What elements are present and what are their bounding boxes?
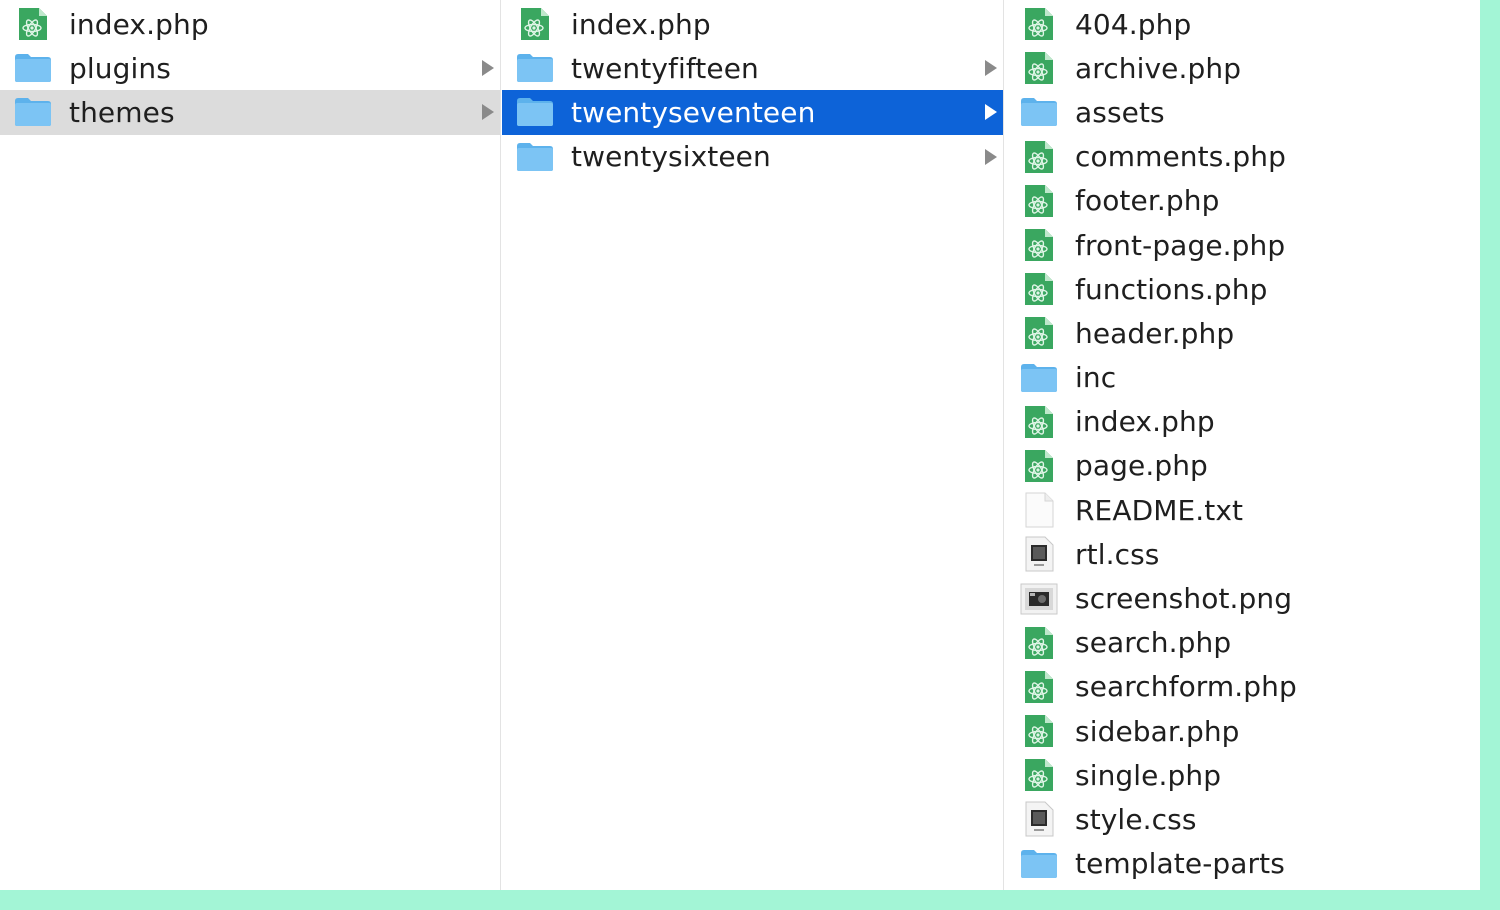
file-item-label: template-parts <box>1075 847 1285 881</box>
file-item-label: footer.php <box>1075 184 1220 218</box>
file-item-rtl-css[interactable]: rtl.css <box>1019 532 1480 576</box>
file-item-label: index.php <box>571 7 711 41</box>
file-item-twentyfifteen[interactable]: twentyfifteen <box>515 46 1003 90</box>
column-list: 404.php archive.php assets comments.php foot… <box>1005 2 1480 886</box>
php-file-icon <box>1019 448 1059 484</box>
file-item-label: front-page.php <box>1075 228 1286 262</box>
php-file-icon <box>1019 6 1059 42</box>
file-item-label: screenshot.png <box>1075 582 1293 616</box>
file-item-label: twentyseventeen <box>571 95 816 129</box>
php-file-icon <box>1019 227 1059 263</box>
php-file-icon <box>1019 757 1059 793</box>
folder-icon <box>1019 94 1059 130</box>
disclosure-arrow-icon[interactable] <box>985 60 997 77</box>
php-file-icon <box>1019 404 1059 440</box>
file-item-sidebar-php[interactable]: sidebar.php <box>1019 709 1480 753</box>
file-item-index-php[interactable]: index.php <box>1019 400 1480 444</box>
file-item-404-php[interactable]: 404.php <box>1019 2 1480 46</box>
folder-icon <box>1019 360 1059 396</box>
css-file-icon <box>1019 536 1059 572</box>
file-item-index-php[interactable]: index.php <box>13 2 500 46</box>
disclosure-arrow-icon[interactable] <box>482 60 494 77</box>
php-file-icon <box>1019 50 1059 86</box>
file-item-style-css[interactable]: style.css <box>1019 797 1480 841</box>
file-item-label: page.php <box>1075 449 1208 483</box>
file-item-twentyseventeen[interactable]: twentyseventeen <box>502 90 1003 135</box>
file-item-label: themes <box>69 95 175 129</box>
php-file-icon <box>1019 669 1059 705</box>
file-item-footer-php[interactable]: footer.php <box>1019 179 1480 223</box>
file-item-label: 404.php <box>1075 7 1192 41</box>
folder-icon <box>13 94 53 130</box>
file-item-front-page-php[interactable]: front-page.php <box>1019 223 1480 267</box>
file-item-archive-php[interactable]: archive.php <box>1019 46 1480 90</box>
file-item-template-parts[interactable]: template-parts <box>1019 842 1480 886</box>
php-file-icon <box>1019 315 1059 351</box>
file-item-search-php[interactable]: search.php <box>1019 621 1480 665</box>
file-item-page-php[interactable]: page.php <box>1019 444 1480 488</box>
file-item-label: rtl.css <box>1075 537 1160 571</box>
file-item-label: assets <box>1075 95 1165 129</box>
file-item-label: plugins <box>69 51 171 85</box>
file-item-readme-txt[interactable]: README.txt <box>1019 488 1480 532</box>
folder-icon <box>515 139 555 175</box>
folder-icon <box>515 50 555 86</box>
file-item-label: archive.php <box>1075 51 1242 85</box>
column-list: index.php plugins themes <box>0 2 500 135</box>
file-item-label: inc <box>1075 361 1117 395</box>
file-item-twentysixteen[interactable]: twentysixteen <box>515 135 1003 179</box>
column-twentyseventeen[interactable]: 404.php archive.php assets comments.php foot… <box>1005 0 1480 890</box>
file-item-label: header.php <box>1075 316 1235 350</box>
css-file-icon <box>1019 801 1059 837</box>
file-item-label: comments.php <box>1075 140 1287 174</box>
file-item-plugins[interactable]: plugins <box>13 46 500 90</box>
column-list: index.php twentyfifteen twentyseventeen twe… <box>502 2 1003 179</box>
text-file-icon <box>1019 492 1059 528</box>
file-item-label: style.css <box>1075 802 1197 836</box>
php-file-icon <box>1019 625 1059 661</box>
file-item-themes[interactable]: themes <box>0 90 500 135</box>
php-file-icon <box>13 6 53 42</box>
file-item-searchform-php[interactable]: searchform.php <box>1019 665 1480 709</box>
folder-icon <box>1019 846 1059 882</box>
folder-icon <box>515 94 555 130</box>
file-item-index-php[interactable]: index.php <box>515 2 1003 46</box>
file-item-functions-php[interactable]: functions.php <box>1019 267 1480 311</box>
file-item-label: searchform.php <box>1075 670 1297 704</box>
file-item-screenshot-png[interactable]: screenshot.png <box>1019 576 1480 620</box>
file-item-label: index.php <box>69 7 209 41</box>
image-file-icon <box>1019 581 1059 617</box>
php-file-icon <box>1019 183 1059 219</box>
file-item-comments-php[interactable]: comments.php <box>1019 135 1480 179</box>
file-item-single-php[interactable]: single.php <box>1019 753 1480 797</box>
php-file-icon <box>1019 271 1059 307</box>
file-item-label: README.txt <box>1075 493 1244 527</box>
disclosure-arrow-icon[interactable] <box>985 148 997 165</box>
file-item-label: twentyfifteen <box>571 51 759 85</box>
file-item-header-php[interactable]: header.php <box>1019 311 1480 355</box>
file-item-inc[interactable]: inc <box>1019 356 1480 400</box>
file-item-label: sidebar.php <box>1075 714 1240 748</box>
file-item-label: single.php <box>1075 758 1222 792</box>
php-file-icon <box>515 6 555 42</box>
file-item-label: twentysixteen <box>571 140 771 174</box>
file-item-label: functions.php <box>1075 272 1268 306</box>
finder-column-view: index.php plugins themes index.php twentyfi… <box>0 0 1480 890</box>
disclosure-arrow-icon[interactable] <box>482 104 494 121</box>
php-file-icon <box>1019 139 1059 175</box>
disclosure-arrow-icon[interactable] <box>985 104 997 121</box>
file-item-label: index.php <box>1075 405 1215 439</box>
column-themes[interactable]: index.php twentyfifteen twentyseventeen twe… <box>502 0 1004 890</box>
file-item-assets[interactable]: assets <box>1019 90 1480 134</box>
php-file-icon <box>1019 713 1059 749</box>
folder-icon <box>13 50 53 86</box>
column-wp-content[interactable]: index.php plugins themes <box>0 0 501 890</box>
file-item-label: search.php <box>1075 626 1232 660</box>
